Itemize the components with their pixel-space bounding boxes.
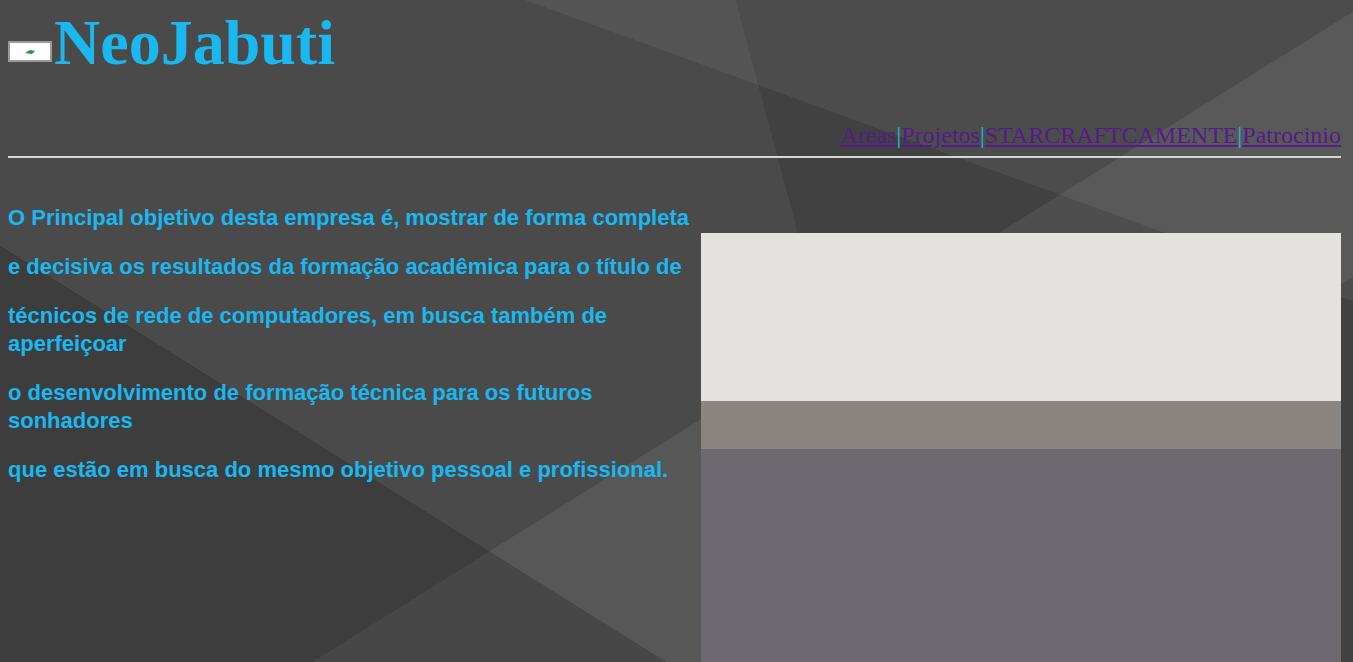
nav-bar: Areas|Projetos|STARCRAFTCAMENTE|Patrocin… <box>8 120 1341 150</box>
intro: O Principal objetivo desta empresa é, mo… <box>8 158 1341 484</box>
site-title-text: NeoJabuti <box>54 0 335 86</box>
intro-paragraph: O Principal objetivo desta empresa é, mo… <box>8 204 1341 232</box>
nav-link[interactable]: STARCRAFTCAMENTE <box>985 122 1238 148</box>
header: NeoJabuti Areas|Projetos|STARCRAFTCAMENT… <box>8 0 1341 150</box>
divider <box>8 156 1341 158</box>
site-title: NeoJabuti <box>8 0 1341 86</box>
nav-separator: | <box>980 122 985 148</box>
nav-link[interactable]: Patrocinio <box>1242 122 1341 148</box>
team-photo <box>701 233 1341 662</box>
nav-separator: | <box>896 122 901 148</box>
broken-image-icon <box>8 41 52 62</box>
nav-link[interactable]: Projetos <box>901 122 980 148</box>
nav-link[interactable]: Areas <box>840 122 896 148</box>
nav-separator: | <box>1238 122 1243 148</box>
page: NeoJabuti Areas|Projetos|STARCRAFTCAMENT… <box>0 0 1353 662</box>
